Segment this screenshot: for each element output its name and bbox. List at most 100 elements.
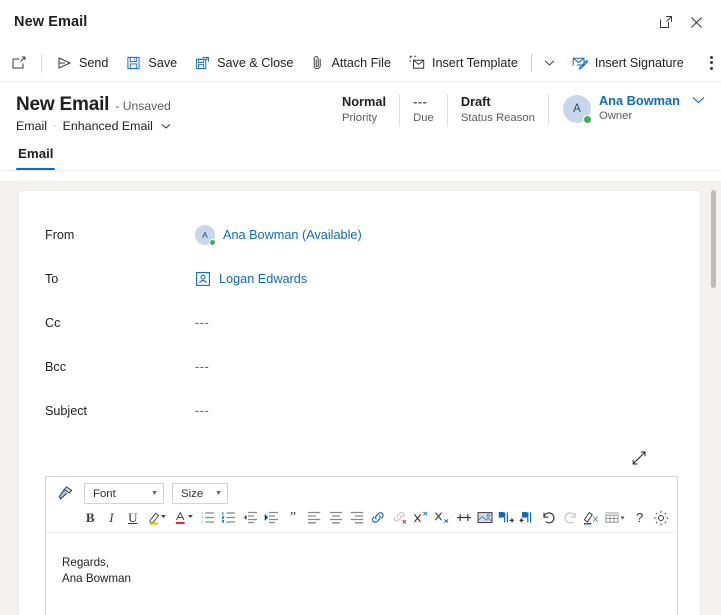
save-icon bbox=[126, 56, 141, 70]
italic-icon[interactable]: I bbox=[101, 507, 121, 528]
scrollbar-thumb[interactable] bbox=[711, 190, 716, 288]
tab-email[interactable]: Email bbox=[16, 142, 56, 170]
help-icon[interactable]: ? bbox=[629, 507, 649, 528]
superscript-icon[interactable] bbox=[411, 507, 431, 528]
underline-icon[interactable]: U bbox=[123, 507, 143, 528]
editor-settings-icon[interactable] bbox=[651, 507, 671, 528]
stat-due[interactable]: --- Due bbox=[400, 93, 447, 126]
entity-name: Email bbox=[16, 119, 47, 133]
expand-editor-button[interactable] bbox=[628, 447, 650, 469]
align-right-icon[interactable] bbox=[347, 507, 367, 528]
field-to-value[interactable]: Logan Edwards bbox=[195, 271, 307, 287]
field-bcc-empty: --- bbox=[195, 360, 210, 374]
owner-role: Owner bbox=[598, 110, 633, 122]
highlight-color-icon[interactable] bbox=[144, 507, 170, 528]
field-to: To Logan Edwards bbox=[45, 257, 678, 301]
subscript-icon[interactable] bbox=[432, 507, 452, 528]
person-chip-from[interactable]: A Ana Bowman (Available) bbox=[195, 225, 362, 246]
send-button[interactable]: Send bbox=[48, 47, 117, 79]
stat-status-reason[interactable]: Draft Status Reason bbox=[448, 93, 548, 126]
body-line: Regards, bbox=[62, 556, 110, 569]
owner-field[interactable]: A Ana Bowman Owner bbox=[549, 93, 705, 124]
insert-template-icon bbox=[409, 55, 425, 70]
editor-toolbar-row-1: Font ▼ Size ▼ bbox=[54, 483, 671, 504]
insert-link-icon[interactable] bbox=[368, 507, 388, 528]
stat-due-label: Due bbox=[413, 112, 434, 124]
insert-signature-button[interactable]: Insert Signature bbox=[563, 47, 693, 79]
field-bcc-label: Bcc bbox=[45, 360, 66, 374]
undo-icon[interactable] bbox=[539, 507, 559, 528]
stat-status-reason-value: Draft bbox=[460, 94, 491, 109]
attach-file-button[interactable]: Attach File bbox=[302, 47, 400, 79]
clear-formatting-icon[interactable] bbox=[581, 507, 601, 528]
field-from-value[interactable]: A Ana Bowman (Available) bbox=[195, 225, 362, 246]
chevron-down-icon: ▼ bbox=[151, 490, 158, 497]
decrease-indent-icon[interactable] bbox=[240, 507, 260, 528]
window-title: New Email bbox=[14, 14, 88, 30]
record-title-row: New Email - Unsaved bbox=[16, 94, 171, 116]
field-to-label: To bbox=[45, 272, 59, 286]
font-color-icon[interactable] bbox=[171, 507, 197, 528]
field-bcc: Bcc --- bbox=[45, 345, 678, 389]
save-and-close-button[interactable]: Save & Close bbox=[186, 47, 302, 79]
save-and-close-label: Save & Close bbox=[217, 55, 294, 70]
chevron-down-icon[interactable] bbox=[161, 123, 171, 130]
format-painter-icon[interactable] bbox=[54, 483, 76, 504]
vertical-scrollbar[interactable] bbox=[711, 190, 716, 590]
field-subject-value[interactable]: --- bbox=[195, 404, 209, 418]
chevron-down-icon[interactable] bbox=[692, 96, 705, 104]
numbered-list-icon[interactable] bbox=[219, 507, 239, 528]
contact-chip-to[interactable]: Logan Edwards bbox=[195, 271, 307, 287]
insert-template-label: Insert Template bbox=[431, 55, 518, 70]
editor-toolbar-row-2: B I U ” ? bbox=[54, 507, 671, 528]
field-bcc-value[interactable]: --- bbox=[195, 360, 209, 374]
stat-priority[interactable]: Normal Priority bbox=[342, 93, 399, 126]
editor-expand-row bbox=[45, 447, 678, 469]
new-record-button[interactable] bbox=[4, 47, 35, 79]
font-family-select[interactable]: Font ▼ bbox=[84, 483, 164, 504]
increase-indent-icon[interactable] bbox=[262, 507, 282, 528]
email-body-editor[interactable]: Regards, Ana Bowman bbox=[46, 533, 677, 615]
insert-template-dropdown[interactable] bbox=[536, 47, 563, 79]
paperclip-icon bbox=[311, 55, 324, 70]
strikethrough-icon[interactable] bbox=[453, 507, 473, 528]
close-button[interactable] bbox=[681, 7, 711, 37]
form-selector[interactable]: Enhanced Email bbox=[63, 119, 153, 133]
stat-priority-label: Priority bbox=[342, 112, 378, 124]
field-from: From A Ana Bowman (Available) bbox=[45, 213, 678, 257]
insert-signature-icon bbox=[572, 56, 588, 70]
insert-template-button[interactable]: Insert Template bbox=[400, 47, 527, 79]
save-and-close-icon bbox=[195, 56, 210, 70]
align-center-icon[interactable] bbox=[326, 507, 346, 528]
insert-image-icon[interactable] bbox=[475, 507, 495, 528]
field-subject-label: Subject bbox=[45, 404, 88, 418]
stat-priority-value: Normal bbox=[342, 94, 387, 109]
insert-table-icon[interactable] bbox=[603, 507, 629, 528]
right-to-left-icon[interactable] bbox=[517, 507, 537, 528]
font-size-select[interactable]: Size ▼ bbox=[172, 483, 228, 504]
left-to-right-icon[interactable] bbox=[496, 507, 516, 528]
avatar-initial: A bbox=[573, 102, 581, 115]
align-left-icon[interactable] bbox=[304, 507, 324, 528]
remove-link-icon[interactable] bbox=[389, 507, 409, 528]
attach-file-label: Attach File bbox=[331, 55, 391, 70]
blockquote-icon[interactable]: ” bbox=[283, 507, 303, 528]
command-overflow-button[interactable] bbox=[702, 47, 721, 79]
save-button[interactable]: Save bbox=[117, 47, 186, 79]
field-cc-label: Cc bbox=[45, 316, 61, 330]
field-subject: Subject --- bbox=[45, 389, 678, 433]
bulleted-list-icon[interactable] bbox=[198, 507, 218, 528]
bold-icon[interactable]: B bbox=[80, 507, 100, 528]
send-icon bbox=[57, 56, 72, 70]
pop-out-button[interactable] bbox=[651, 7, 681, 37]
command-bar: Send Save Save & Close Attach File Inser… bbox=[0, 44, 721, 82]
unsaved-indicator: - Unsaved bbox=[115, 99, 171, 113]
tab-strip: Email bbox=[0, 142, 721, 170]
command-separator bbox=[41, 52, 42, 73]
field-cc-value[interactable]: --- bbox=[195, 316, 209, 330]
font-size-value: Size bbox=[181, 487, 204, 500]
record-identity: New Email - Unsaved Email · Enhanced Ema… bbox=[16, 93, 171, 133]
insert-signature-label: Insert Signature bbox=[594, 55, 684, 70]
redo-icon[interactable] bbox=[560, 507, 580, 528]
presence-available-icon bbox=[582, 114, 592, 124]
